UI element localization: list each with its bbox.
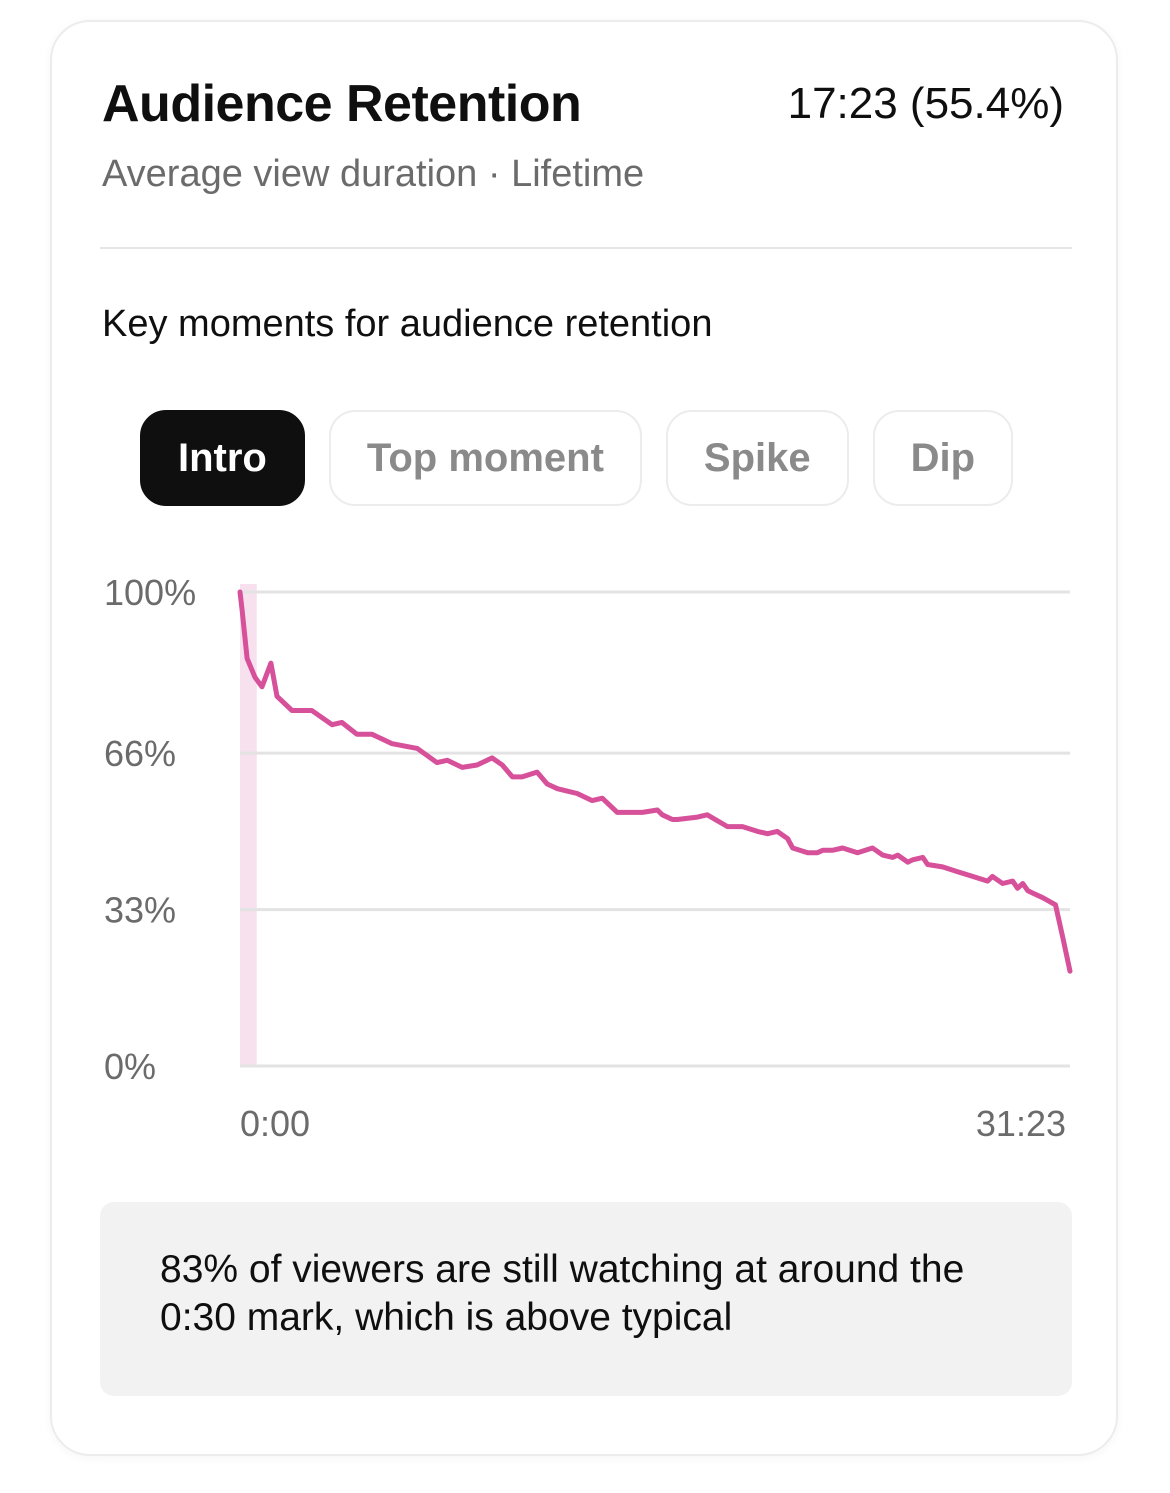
audience-retention-card: Audience Retention 17:23 (55.4%) Average… [50, 20, 1118, 1456]
chart-grid [240, 590, 1070, 1068]
x-tick-label: 31:23 [976, 1103, 1066, 1144]
y-tick-label: 0% [104, 1046, 156, 1087]
y-tick-label: 66% [104, 733, 176, 774]
x-tick-label: 0:00 [240, 1103, 310, 1144]
retention-series-line [237, 589, 1073, 974]
insight-note: 83% of viewers are still watching at aro… [100, 1202, 1072, 1396]
retention-line-chart: 100% 66% 33% 0% 0:00 31:23 [104, 572, 1073, 1144]
y-axis-labels: 100% 66% 33% 0% [104, 572, 196, 1087]
x-axis-labels: 0:00 31:23 [240, 1103, 1066, 1144]
y-tick-label: 100% [104, 572, 196, 613]
y-tick-label: 33% [104, 890, 176, 931]
